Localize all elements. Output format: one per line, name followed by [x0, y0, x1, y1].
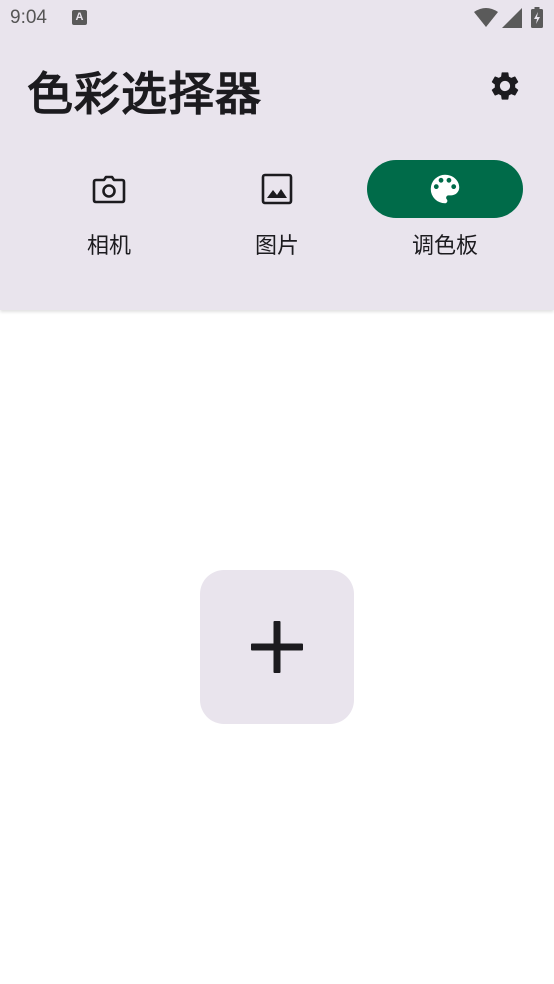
status-time: 9:04: [10, 7, 47, 28]
camera-icon: [92, 175, 126, 204]
palette-icon: [430, 174, 460, 204]
tab-palette[interactable]: 调色板: [367, 160, 523, 270]
tab-palette-label: 调色板: [411, 234, 478, 259]
signal-icon: [502, 8, 522, 28]
tab-image[interactable]: 图片: [199, 160, 355, 270]
image-icon: [261, 173, 293, 205]
tab-camera-label: 相机: [86, 234, 131, 259]
tab-camera[interactable]: 相机: [31, 160, 187, 270]
status-bar: 9:04 A: [0, 0, 554, 36]
tab-camera-indicator: [31, 160, 187, 218]
tab-palette-indicator: [367, 160, 523, 218]
tab-image-label: 图片: [254, 234, 299, 259]
wifi-icon: [474, 8, 498, 27]
settings-button[interactable]: [484, 65, 526, 107]
gear-icon: [491, 72, 519, 100]
battery-icon: [531, 7, 543, 28]
add-palette-button[interactable]: [200, 570, 354, 724]
tab-image-indicator: [199, 160, 355, 218]
page-title: 色彩选择器: [27, 67, 262, 121]
header: 9:04 A 色彩选择器 相机 图片 调色板: [0, 0, 554, 310]
notification-icon: A: [72, 10, 87, 25]
plus-icon: [251, 621, 303, 673]
